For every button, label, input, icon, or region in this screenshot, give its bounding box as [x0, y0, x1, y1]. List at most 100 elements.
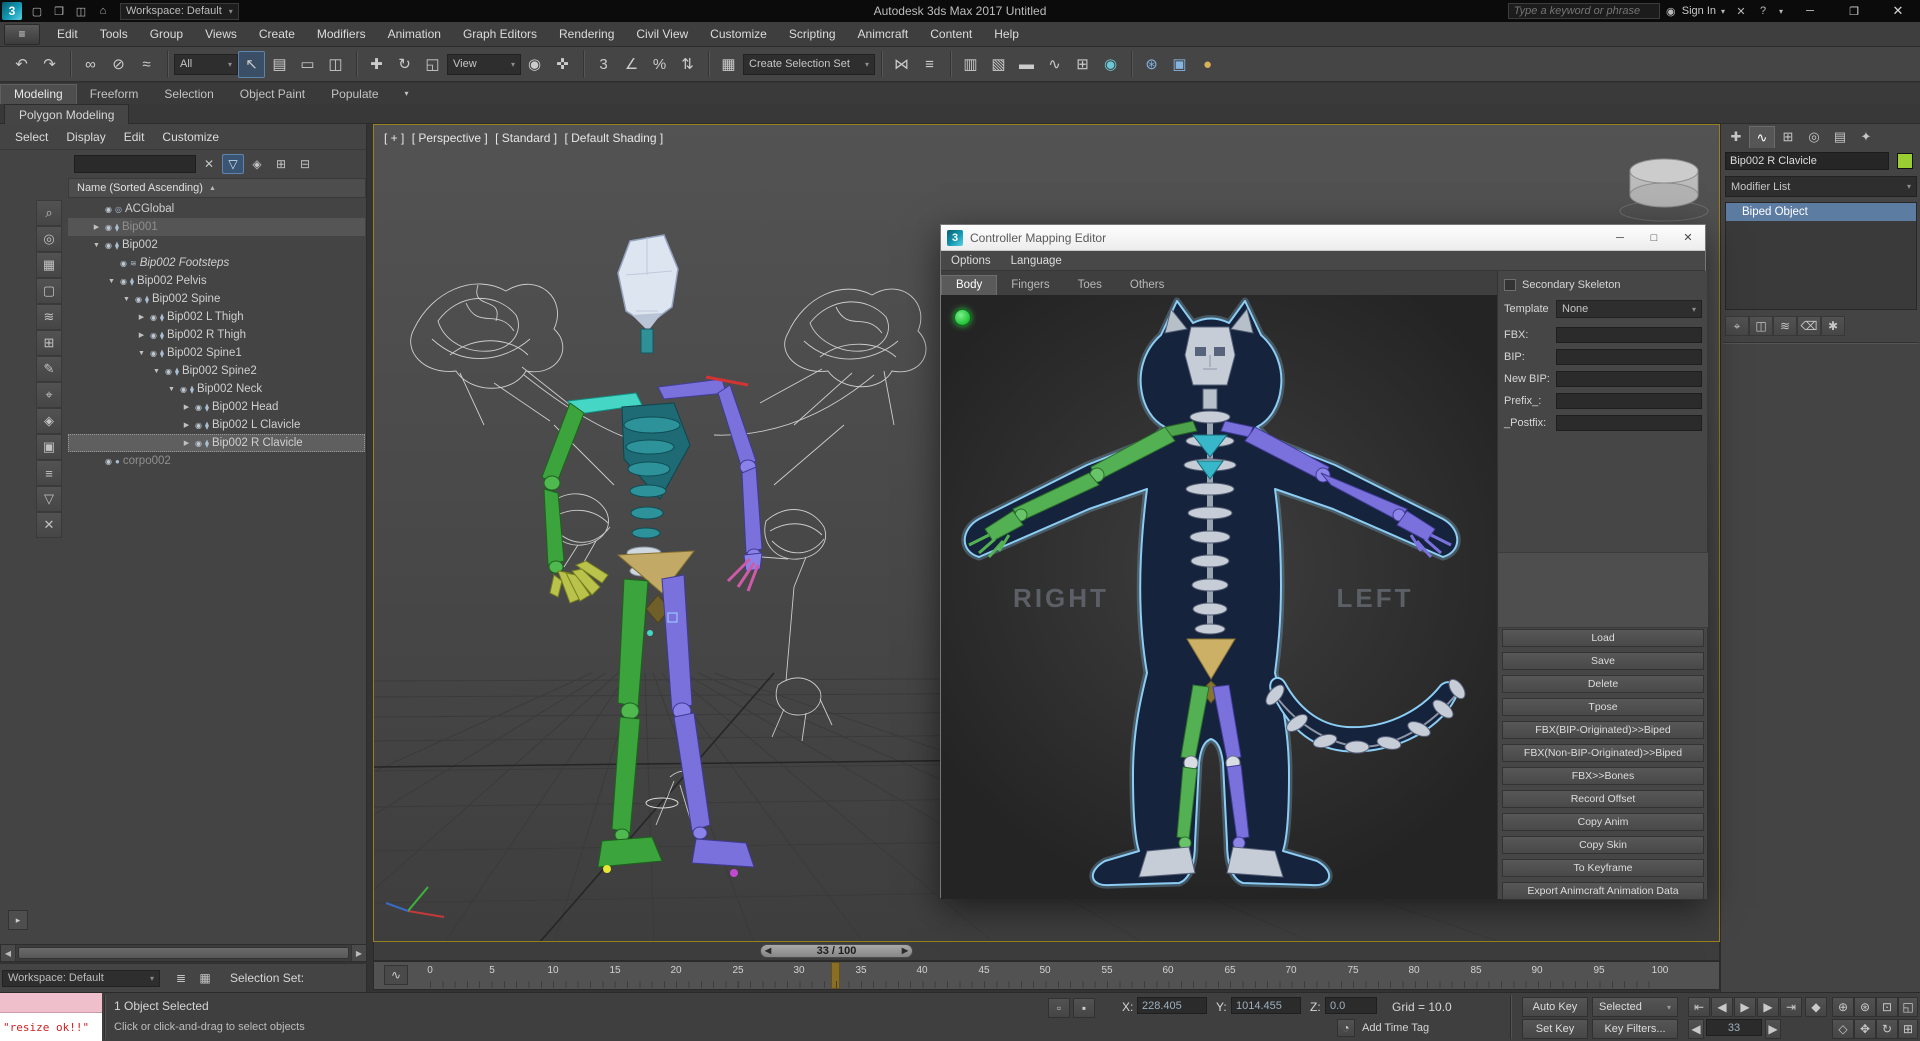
tree-item-spine2[interactable]: ▼◉⧫Bip002 Spine2	[68, 362, 365, 380]
visibility-eye-icon[interactable]: ◉	[180, 385, 187, 394]
menu-edit[interactable]: Edit	[46, 22, 89, 46]
frame-increment-icon[interactable]: ▶	[1765, 1019, 1781, 1039]
play-animation-icon[interactable]: ▶	[1734, 997, 1756, 1017]
dialog-close-icon[interactable]: ✕	[1671, 225, 1705, 250]
biped-skeleton[interactable]	[542, 235, 762, 877]
render-production-icon[interactable]: ●	[1194, 51, 1221, 78]
close-button[interactable]: ✕	[1876, 0, 1920, 22]
visibility-eye-icon[interactable]: ◉	[165, 367, 172, 376]
dialog-menu-options[interactable]: Options	[941, 255, 1001, 267]
menu-create[interactable]: Create	[248, 22, 306, 46]
load-button[interactable]: Load	[1502, 629, 1704, 647]
snaps-toggle-icon[interactable]: 3	[590, 51, 617, 78]
tree-item-corpo002[interactable]: ◉●corpo002	[68, 452, 365, 470]
modifier-stack[interactable]: Biped Object	[1725, 202, 1917, 310]
view-cube[interactable]	[1620, 159, 1708, 221]
time-slider[interactable]: ◀ 33 / 100 ▶	[373, 942, 1720, 961]
viewport-menu-pov[interactable]: [ Perspective ]	[412, 131, 488, 145]
sxp-tool-display-icon[interactable]: ◎	[36, 226, 62, 252]
sxp-tool-find-icon[interactable]: ⌕	[36, 200, 62, 226]
sxp-tool-containers-icon[interactable]: ✕	[36, 512, 62, 538]
tree-item-pelvis[interactable]: ▼◉⧫Bip002 Pelvis	[68, 272, 365, 290]
tree-item-r-clavicle[interactable]: ▶◉⧫Bip002 R Clavicle	[68, 434, 365, 452]
to-keyframe-button[interactable]: To Keyframe	[1502, 859, 1704, 877]
export-animcraft-animation-button[interactable]: Export Animcraft Animation Data	[1502, 882, 1704, 900]
restore-button[interactable]: ❐	[1832, 0, 1876, 22]
menu-tools[interactable]: Tools	[89, 22, 139, 46]
frame-decrement-icon[interactable]: ◀	[1688, 1019, 1704, 1039]
sxp-menu-display[interactable]: Display	[57, 130, 114, 144]
rendered-frame-window-icon[interactable]: ▣	[1166, 51, 1193, 78]
ribbon-tab-populate[interactable]: Populate	[318, 85, 391, 104]
percent-snap-icon[interactable]: %	[646, 51, 673, 78]
sxp-menu-customize[interactable]: Customize	[153, 130, 228, 144]
select-and-move-icon[interactable]: ✚	[363, 51, 390, 78]
select-and-rotate-icon[interactable]: ↻	[391, 51, 418, 78]
go-to-end-icon[interactable]: ⇥	[1780, 997, 1802, 1017]
help-icon[interactable]: ?	[1752, 1, 1774, 21]
expander-icon[interactable]: ▼	[90, 242, 103, 249]
dialog-title-bar[interactable]: 3 Controller Mapping Editor ─ □ ✕	[941, 225, 1705, 251]
tree-item-bip001[interactable]: ▶◉⧫Bip001	[68, 218, 365, 236]
sxp-tool-shapes-icon[interactable]: ≋	[36, 304, 62, 330]
sxp-tool-layers-icon[interactable]: ▦	[36, 252, 62, 278]
sxp-tool-lights-icon[interactable]: ⊞	[36, 330, 62, 356]
go-to-start-icon[interactable]: ⇤	[1688, 997, 1710, 1017]
filter-icon[interactable]: ▽	[222, 154, 244, 174]
visibility-eye-icon[interactable]: ◉	[150, 331, 157, 340]
menu-content[interactable]: Content	[919, 22, 983, 46]
expander-icon[interactable]: ▼	[165, 386, 178, 393]
tree-item-head[interactable]: ▶◉⧫Bip002 Head	[68, 398, 365, 416]
zoom-extents-icon[interactable]: ⊡	[1876, 997, 1898, 1017]
fbx-non-bip-originated-button[interactable]: FBX(Non-BIP-Originated)>>Biped	[1502, 744, 1704, 762]
expander-icon[interactable]: ▶	[180, 403, 193, 411]
orbit-icon[interactable]: ↻	[1876, 1019, 1898, 1039]
pin-stack-icon[interactable]: ⌖	[1725, 316, 1749, 336]
toggle-layer-explorer-icon[interactable]: ▧	[985, 51, 1012, 78]
expander-icon[interactable]: ▼	[135, 350, 148, 357]
dialog-minimize-icon[interactable]: ─	[1603, 225, 1637, 250]
select-and-manipulate-icon[interactable]: ✜	[549, 51, 576, 78]
tab-body[interactable]: Body	[941, 275, 997, 295]
visibility-eye-icon[interactable]: ◉	[105, 457, 112, 466]
menu-help[interactable]: Help	[983, 22, 1030, 46]
workspace-selector[interactable]: Workspace: Default ▾	[120, 3, 239, 20]
sxp-tool-bones-icon[interactable]: ▽	[36, 486, 62, 512]
modifier-list-dropdown[interactable]: Modifier List ▾	[1725, 176, 1917, 197]
ribbon-tab-freeform[interactable]: Freeform	[77, 85, 152, 104]
display-tab-icon[interactable]: ▤	[1827, 126, 1853, 148]
maximize-viewport-toggle-icon[interactable]: ⊞	[1898, 1019, 1918, 1039]
sxp-tool-groups-icon[interactable]: ▣	[36, 434, 62, 460]
current-frame-field[interactable]	[1706, 1019, 1762, 1036]
new-bip-field[interactable]	[1556, 371, 1702, 387]
hierarchy-tab-icon[interactable]: ⊞	[1775, 126, 1801, 148]
sxp-tool-cameras-icon[interactable]: ✎	[36, 356, 62, 382]
schematic-view-icon[interactable]: ⊞	[1069, 51, 1096, 78]
workspace-menu-icon[interactable]: ≣	[170, 968, 192, 988]
add-time-tag[interactable]: Add Time Tag	[1362, 1022, 1429, 1034]
panel-expand-button[interactable]: ▸	[8, 910, 28, 930]
next-frame-icon[interactable]: ▶	[1757, 997, 1779, 1017]
ribbon-tab-object-paint[interactable]: Object Paint	[227, 85, 318, 104]
key-filters-button[interactable]: Key Filters...	[1592, 1019, 1678, 1039]
tab-fingers[interactable]: Fingers	[997, 276, 1063, 295]
visibility-eye-icon[interactable]: ◉	[150, 313, 157, 322]
tree-item-bip002[interactable]: ▼◉⧫Bip002	[68, 236, 365, 254]
material-editor-icon[interactable]: ◉	[1097, 51, 1124, 78]
lock-icon[interactable]: ◈	[246, 154, 268, 174]
tpose-button[interactable]: Tpose	[1502, 698, 1704, 716]
tree-item-spine[interactable]: ▼◉⧫Bip002 Spine	[68, 290, 365, 308]
project-folder-icon[interactable]: ⌂	[92, 1, 114, 21]
ribbon-overflow-chevron-icon[interactable]: ▾	[392, 87, 422, 104]
maxscript-listener[interactable]: "resize ok!!"	[0, 1013, 102, 1041]
open-file-icon[interactable]: ❒	[48, 1, 70, 21]
postfix-field[interactable]	[1556, 415, 1702, 431]
tree-item-footsteps[interactable]: ◉≋Bip002 Footsteps	[68, 254, 365, 272]
dialog-menu-language[interactable]: Language	[1001, 255, 1072, 267]
zoom-region-icon[interactable]: ◱	[1898, 997, 1918, 1017]
menu-civil-view[interactable]: Civil View	[625, 22, 699, 46]
copy-skin-button[interactable]: Copy Skin	[1502, 836, 1704, 854]
select-and-scale-icon[interactable]: ◱	[419, 51, 446, 78]
edit-named-selection-sets-icon[interactable]: ▦	[715, 51, 742, 78]
sxp-tool-helpers-icon[interactable]: ⌖	[36, 382, 62, 408]
